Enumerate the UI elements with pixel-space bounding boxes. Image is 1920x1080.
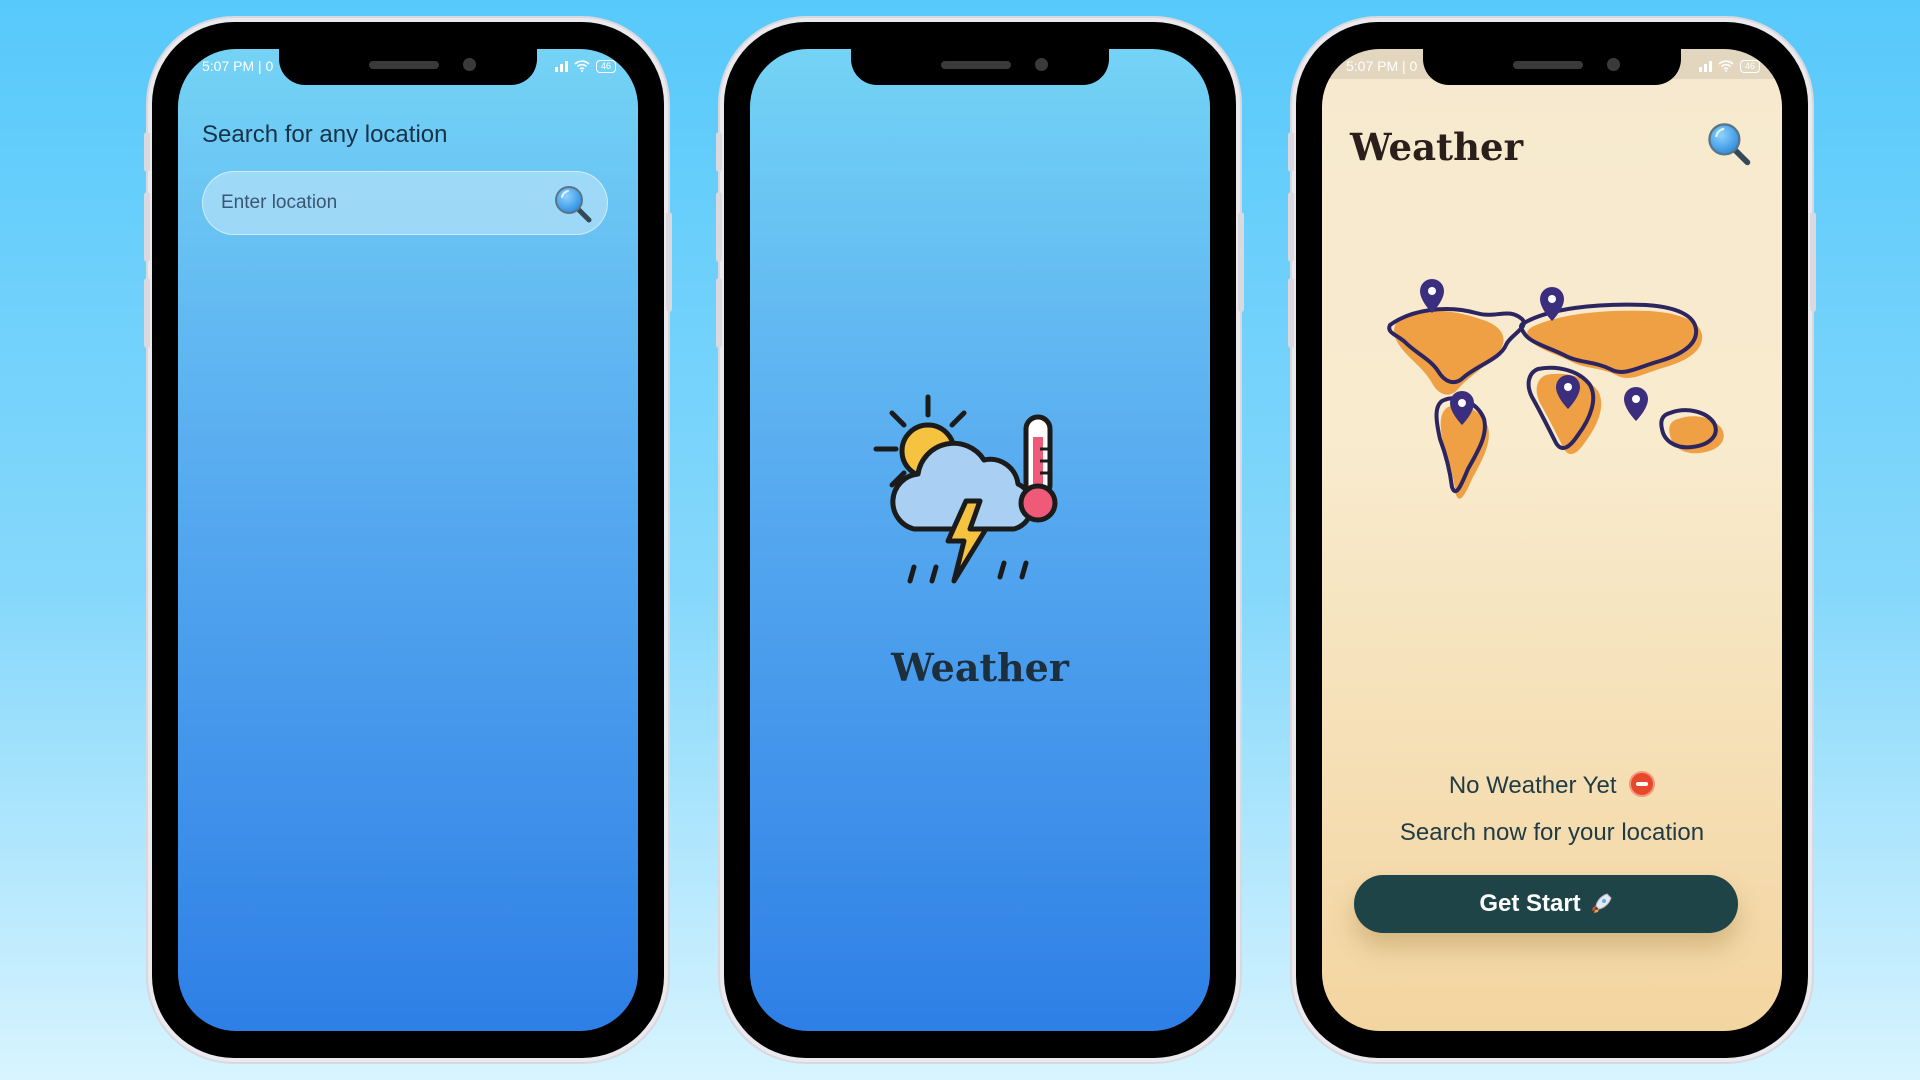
power-button <box>1238 212 1244 312</box>
side-button <box>716 192 722 262</box>
battery-icon: 46 <box>1739 59 1760 73</box>
search-bar <box>202 171 608 235</box>
screen: 5:07 PM | 0 46 Search for any location <box>178 49 638 1031</box>
phone-search-screen: 5:07 PM | 0 46 Search for any location <box>144 22 672 1058</box>
side-button <box>716 132 722 172</box>
status-icons: 46 <box>1698 59 1760 73</box>
screen: 5:07 PM | 0 46 Weather No Weather Yet Se… <box>1322 49 1782 1031</box>
empty-state-title-text: No Weather Yet <box>1448 772 1617 799</box>
side-button <box>1288 192 1294 262</box>
power-button <box>666 212 672 312</box>
side-button <box>716 278 722 348</box>
search-title: Search for any location <box>202 121 448 148</box>
empty-state-title: No Weather Yet <box>1322 771 1782 800</box>
side-button <box>1288 278 1294 348</box>
search-icon[interactable] <box>1706 121 1752 167</box>
status-time: 5:07 PM | 0 <box>1346 58 1418 74</box>
screen: Weather <box>750 49 1210 1031</box>
search-icon[interactable] <box>553 184 593 224</box>
thermometer-icon <box>1018 414 1058 523</box>
world-map-icon <box>1387 279 1724 499</box>
phone-splash-screen: Weather <box>716 22 1244 1058</box>
app-name: Weather <box>891 645 1069 690</box>
side-button <box>144 192 150 262</box>
empty-state-subtitle: Search now for your location <box>1399 819 1705 846</box>
location-input[interactable] <box>221 172 541 234</box>
status-icons: 46 <box>554 59 616 73</box>
side-button <box>144 278 150 348</box>
get-start-label: Get Start <box>1479 890 1581 917</box>
wifi-icon <box>1718 60 1734 72</box>
notch <box>1423 49 1681 85</box>
get-start-button[interactable]: Get Start <box>1354 875 1738 933</box>
signal-icon <box>1698 60 1712 72</box>
notch <box>851 49 1109 85</box>
rocket-icon <box>1591 893 1612 913</box>
side-button <box>1288 132 1294 172</box>
status-time: 5:07 PM | 0 <box>202 58 274 74</box>
power-button <box>1810 212 1816 312</box>
battery-icon: 46 <box>595 59 616 73</box>
phone-home-screen: 5:07 PM | 0 46 Weather No Weather Yet Se… <box>1288 22 1816 1058</box>
side-button <box>144 132 150 172</box>
no-entry-icon <box>1629 771 1656 797</box>
weather-storm-icon <box>873 394 1058 584</box>
wifi-icon <box>574 60 590 72</box>
signal-icon <box>554 60 568 72</box>
page-title: Weather <box>1350 125 1524 169</box>
notch <box>279 49 537 85</box>
